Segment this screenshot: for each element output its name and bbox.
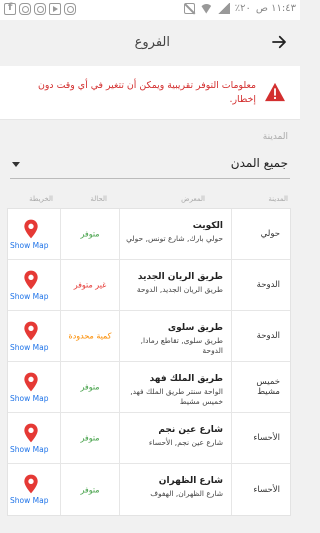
dropdown-caret-icon[interactable] (12, 162, 20, 167)
header-status: الحالة (90, 195, 107, 203)
back-arrow-icon[interactable] (270, 33, 288, 51)
city-filter-label: المدينة (262, 132, 288, 142)
city-cell: الأحساء (231, 413, 290, 463)
city-cell: الدوحة (231, 311, 290, 361)
status-right-icons: ٪٢٠ ١١:٤٣ ص (183, 3, 296, 14)
play-store-icon (49, 3, 61, 15)
map-pin-icon[interactable] (23, 372, 39, 392)
status-badge: غير متوفر (73, 280, 107, 290)
clock: ١١:٤٣ ص (255, 3, 296, 14)
status-badge: كمية محدودة (68, 331, 112, 341)
row-city: الدوحة (256, 331, 280, 341)
map-cell[interactable]: Show Map (6, 209, 60, 259)
showroom-cell: طريق الريان الجديد طريق الريان الجديد, ا… (119, 260, 231, 310)
show-map-link[interactable]: Show Map (10, 241, 48, 250)
show-map-link[interactable]: Show Map (10, 292, 48, 301)
row-city: خميس مشيط (256, 377, 280, 397)
table-body: حولي الكويت حولي بارك, شارع تونس, حولي م… (7, 208, 291, 516)
table-row: الأحساء شارع الظهران شارع الظهران, الهفو… (8, 464, 290, 515)
city-cell: الدوحة (231, 260, 290, 310)
showroom-address: طريق سلوى, تقاطع رمادا, الدوحة (140, 336, 223, 355)
instagram-icon (64, 3, 76, 15)
city-cell: خميس مشيط (231, 362, 290, 412)
status-cell: متوفر (60, 464, 119, 515)
showroom-name: طريق الريان الجديد (137, 272, 223, 282)
table-row: الدوحة طريق الريان الجديد طريق الريان ال… (8, 260, 290, 311)
table-row: الأحساء شارع عين نجم شارع عين نجم, الأحس… (8, 413, 290, 464)
map-cell[interactable]: Show Map (6, 311, 60, 361)
branches-table: المدينة المعرض الحالة الخريطة حولي الكوي… (0, 192, 300, 516)
map-cell[interactable]: Show Map (6, 260, 60, 310)
showroom-name: طريق سلوى (167, 323, 223, 333)
instagram-icon (19, 3, 31, 15)
row-city: الأحساء (253, 484, 280, 495)
show-map-link[interactable]: Show Map (10, 343, 48, 352)
status-badge: متوفر (80, 433, 100, 443)
warning-icon (265, 82, 285, 102)
status-badge: متوفر (80, 382, 100, 392)
map-pin-icon[interactable] (23, 423, 39, 443)
showroom-name: شارع عين نجم (158, 425, 223, 435)
row-city: الدوحة (256, 280, 280, 290)
status-cell: متوفر (60, 362, 119, 412)
show-map-link[interactable]: Show Map (10, 445, 48, 454)
filter-underline (10, 178, 290, 179)
header-city: المدينة (268, 195, 288, 203)
signal-icon (217, 3, 230, 14)
showroom-name: شارع الظهران (158, 476, 223, 486)
showroom-address: شارع عين نجم, الأحساء (148, 438, 223, 447)
app-bar: الفروع (0, 20, 300, 66)
table-header: المدينة المعرض الحالة الخريطة (0, 192, 300, 208)
row-city: الأحساء (253, 433, 280, 443)
facebook-icon (4, 2, 16, 15)
city-filter[interactable]: المدينة جميع المدن (0, 120, 300, 184)
row-city: حولي (260, 229, 280, 239)
map-pin-icon[interactable] (23, 474, 39, 494)
page-title: الفروع (134, 35, 170, 50)
status-badge: متوفر (80, 229, 100, 239)
map-pin-icon[interactable] (23, 270, 39, 290)
map-cell[interactable]: Show Map (6, 413, 60, 463)
showroom-cell: طريق الملك فهد الواحة سنتر طريق الملك فه… (119, 362, 231, 412)
instagram-icon (34, 3, 46, 15)
availability-warning: معلومات التوفر تقريبية ويمكن أن تتغير في… (0, 66, 300, 120)
wifi-icon (199, 3, 213, 14)
battery-percent: ٪٢٠ (234, 3, 251, 14)
show-map-link[interactable]: Show Map (10, 394, 48, 403)
showroom-cell: شارع الظهران شارع الظهران, الهفوف (119, 464, 231, 515)
mute-icon (183, 3, 195, 14)
city-filter-value[interactable]: جميع المدن (231, 156, 288, 170)
warning-text: معلومات التوفر تقريبية ويمكن أن تتغير في… (38, 80, 256, 105)
show-map-link[interactable]: Show Map (10, 496, 48, 505)
showroom-name: طريق الملك فهد (149, 374, 223, 384)
map-cell[interactable]: Show Map (6, 464, 60, 515)
map-pin-icon[interactable] (23, 219, 39, 239)
showroom-address: طريق الريان الجديد, الدوحة (136, 285, 223, 294)
table-row: الدوحة طريق سلوى طريق سلوى, تقاطع رمادا,… (8, 311, 290, 362)
status-cell: كمية محدودة (60, 311, 119, 361)
showroom-address: الواحة سنتر طريق الملك فهد, خميس مشيط (130, 387, 223, 406)
header-showroom: المعرض (181, 195, 205, 203)
status-cell: متوفر (60, 413, 119, 463)
header-map: الخريطة (29, 195, 53, 203)
showroom-cell: شارع عين نجم شارع عين نجم, الأحساء (119, 413, 231, 463)
city-cell: حولي (231, 209, 290, 259)
map-cell[interactable]: Show Map (6, 362, 60, 412)
city-cell: الأحساء (231, 464, 290, 515)
showroom-cell: الكويت حولي بارك, شارع تونس, حولي (119, 209, 231, 259)
status-left-icons (4, 2, 76, 15)
showroom-address: شارع الظهران, الهفوف (150, 489, 223, 498)
table-row: حولي الكويت حولي بارك, شارع تونس, حولي م… (8, 209, 290, 260)
showroom-cell: طريق سلوى طريق سلوى, تقاطع رمادا, الدوحة (119, 311, 231, 361)
showroom-address: حولي بارك, شارع تونس, حولي (126, 234, 223, 243)
showroom-name: الكويت (192, 221, 223, 231)
status-cell: غير متوفر (60, 260, 119, 310)
status-cell: متوفر (60, 209, 119, 259)
table-row: خميس مشيط طريق الملك فهد الواحة سنتر طري… (8, 362, 290, 413)
status-badge: متوفر (80, 485, 100, 494)
map-pin-icon[interactable] (23, 321, 39, 341)
status-bar: ٪٢٠ ١١:٤٣ ص (0, 0, 300, 20)
